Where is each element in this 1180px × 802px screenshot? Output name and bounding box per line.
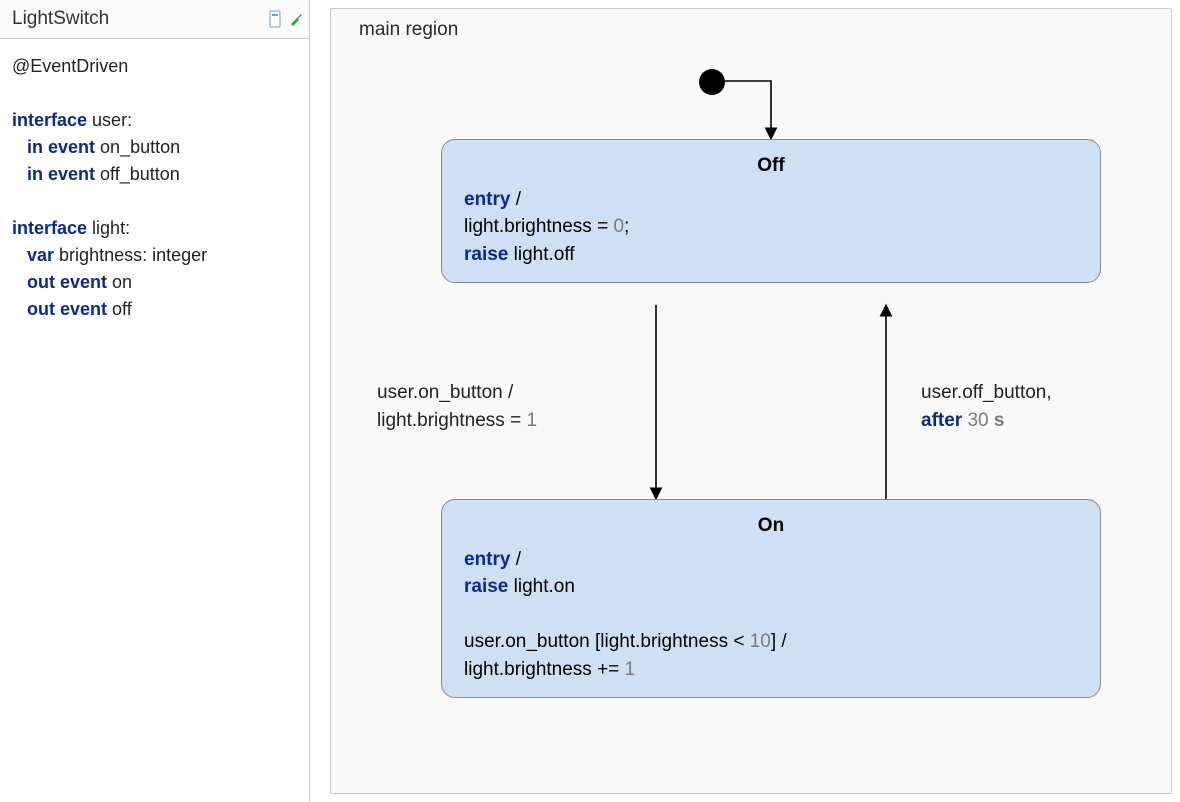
state-on-body: entry / raise light.on user.on_button [l…	[464, 546, 1078, 684]
pin-icon	[289, 12, 303, 26]
state-off-title: Off	[464, 152, 1078, 180]
model-name: LightSwitch	[12, 8, 109, 30]
transition-initial-to-off[interactable]	[725, 81, 771, 139]
tag-icon	[269, 9, 285, 29]
state-off-body: entry / light.brightness = 0; raise ligh…	[464, 186, 1078, 269]
label-off-to-on[interactable]: user.on_button / light.brightness = 1	[377, 379, 537, 434]
kw-interface: interface	[12, 110, 87, 130]
diagram-canvas[interactable]: main region Off	[310, 0, 1180, 802]
definition-code[interactable]: @EventDriven interface user: in event on…	[0, 39, 309, 337]
definition-panel: LightSwitch @EventDriven interface user:…	[0, 0, 310, 802]
region-main[interactable]: main region Off	[330, 8, 1172, 794]
definition-header: LightSwitch	[0, 0, 309, 39]
label-on-to-off[interactable]: user.off_button, after 30 s	[921, 379, 1052, 434]
state-on[interactable]: On entry / raise light.on user.on_button…	[441, 499, 1101, 698]
header-icons	[269, 9, 303, 29]
state-off[interactable]: Off entry / light.brightness = 0; raise …	[441, 139, 1101, 283]
state-on-title: On	[464, 512, 1078, 540]
annotation: @EventDriven	[12, 56, 128, 76]
